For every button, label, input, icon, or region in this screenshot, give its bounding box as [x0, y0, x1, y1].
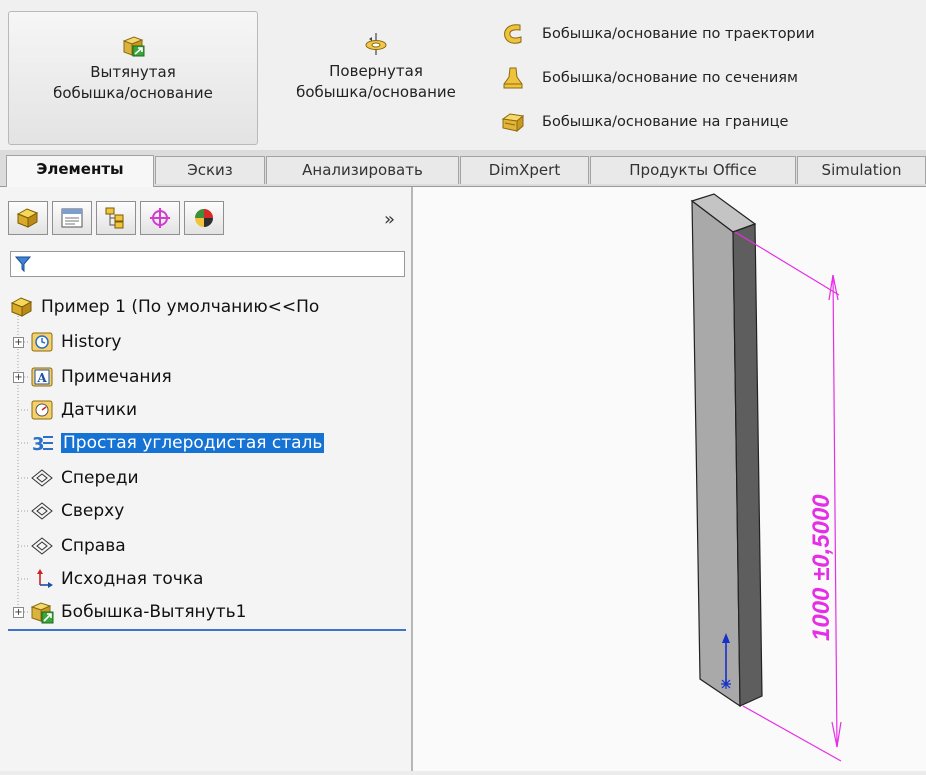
configuration-manager-icon: [105, 207, 124, 229]
tree-item-front-plane[interactable]: Спереди: [30, 463, 139, 493]
command-manager-tabs: Элементы Эскиз Анализировать DimXpert Пр…: [0, 150, 926, 187]
lofted-boss-button[interactable]: Бобышка/основание по сечениям: [500, 60, 798, 96]
swept-boss-icon: [504, 24, 522, 44]
svg-text:3: 3: [32, 434, 45, 455]
tree-item-label: Спереди: [61, 468, 139, 488]
revolved-boss-label-line1: Повернутая: [329, 62, 423, 80]
dimension-text[interactable]: 1000 ±0,5000: [808, 494, 835, 641]
origin-icon: [37, 569, 53, 588]
tab-features[interactable]: Элементы: [6, 155, 154, 187]
plane-icon: [31, 469, 53, 487]
tree-item-history[interactable]: History: [30, 327, 121, 357]
display-manager-tab[interactable]: [184, 201, 224, 235]
extruded-boss-button[interactable]: Вытянутая бобышка/основание: [8, 11, 258, 145]
tree-item-origin[interactable]: Исходная точка: [30, 564, 203, 594]
dimxpert-manager-icon: [150, 208, 170, 228]
revolved-boss-icon: [365, 33, 387, 55]
tree-item-label: Бобышка-Вытянуть1: [61, 602, 247, 622]
tree-item-label: History: [61, 332, 122, 352]
command-manager-ribbon: Вытянутая бобышка/основание Повернутая б…: [0, 0, 926, 150]
lofted-boss-icon: [503, 67, 523, 89]
extrude-feature-icon: [30, 602, 54, 624]
dimxpert-manager-tab[interactable]: [140, 201, 180, 235]
extruded-boss-label-line1: Вытянутая: [90, 63, 176, 81]
tree-root-label: Пример 1 (По умолчанию<<По: [41, 297, 320, 317]
model-view: 1000 ±0,5000: [690, 193, 842, 762]
property-manager-icon: [61, 208, 83, 228]
tree-item-label: Исходная точка: [61, 569, 204, 589]
expand-extrude-toggle[interactable]: +: [13, 607, 24, 618]
extruded-boss-label-line2: бобышка/основание: [53, 84, 213, 102]
tree-rollback-bar[interactable]: [8, 629, 406, 631]
boundary-boss-icon: [501, 113, 525, 133]
tab-evaluate[interactable]: Анализировать: [266, 156, 459, 184]
material-icon: 3: [32, 434, 53, 455]
expand-annotations-toggle[interactable]: +: [13, 372, 24, 383]
feature-manager-icon: [16, 208, 39, 228]
tab-office-products[interactable]: Продукты Office: [590, 156, 796, 184]
tree-item-top-plane[interactable]: Сверху: [30, 496, 124, 526]
tree-item-label: Примечания: [61, 367, 172, 387]
tab-simulation[interactable]: Simulation: [797, 156, 926, 184]
tab-dimxpert[interactable]: DimXpert: [460, 156, 589, 184]
configuration-manager-tab[interactable]: [96, 201, 136, 235]
graphics-viewport[interactable]: 1000 ±0,5000: [413, 187, 926, 771]
swept-boss-label: Бобышка/основание по траектории: [542, 26, 815, 42]
display-manager-icon: [195, 209, 213, 227]
tree-item-annotations[interactable]: A Примечания: [30, 362, 172, 392]
tree-item-label: Сверху: [61, 501, 125, 521]
tree-item-label-selected: Простая углеродистая сталь: [61, 433, 325, 453]
tree-item-right-plane[interactable]: Справа: [30, 531, 126, 561]
tree-item-extrude-feature[interactable]: Бобышка-Вытянуть1: [30, 597, 246, 627]
part-icon: [10, 297, 33, 317]
expand-history-toggle[interactable]: +: [13, 337, 24, 348]
more-tabs-button[interactable]: »: [384, 209, 395, 230]
lofted-boss-label: Бобышка/основание по сечениям: [542, 70, 798, 86]
tree-root-part[interactable]: Пример 1 (По умолчанию<<По: [10, 292, 319, 322]
feature-manager-panel: » + + + Пример 1 (По умолчанию<<По Histo…: [0, 187, 413, 771]
tree-item-label: Датчики: [61, 400, 138, 420]
tree-item-sensors[interactable]: Датчики: [30, 395, 137, 425]
tree-item-material[interactable]: 3 Простая углеродистая сталь: [30, 428, 325, 458]
tree-item-label: Справа: [61, 536, 126, 556]
swept-boss-button[interactable]: Бобышка/основание по траектории: [500, 16, 815, 52]
sensors-icon: [31, 400, 53, 420]
svg-text:A: A: [36, 371, 47, 385]
boundary-boss-button[interactable]: Бобышка/основание на границе: [500, 104, 788, 140]
bar-front-face[interactable]: [691, 199, 741, 708]
feature-manager-tab[interactable]: [8, 201, 48, 235]
boundary-boss-label: Бобышка/основание на границе: [542, 114, 789, 130]
revolved-boss-label-line2: бобышка/основание: [296, 83, 456, 101]
history-icon: [31, 332, 53, 352]
filter-icon: [14, 256, 32, 273]
revolved-boss-button[interactable]: Повернутая бобышка/основание: [262, 11, 490, 145]
extruded-boss-icon: [122, 36, 145, 57]
plane-icon: [31, 537, 53, 555]
property-manager-tab[interactable]: [52, 201, 92, 235]
annotations-icon: A: [31, 367, 53, 387]
filter-bar[interactable]: [10, 251, 405, 277]
tab-sketch[interactable]: Эскиз: [155, 156, 265, 184]
plane-icon: [31, 502, 53, 520]
